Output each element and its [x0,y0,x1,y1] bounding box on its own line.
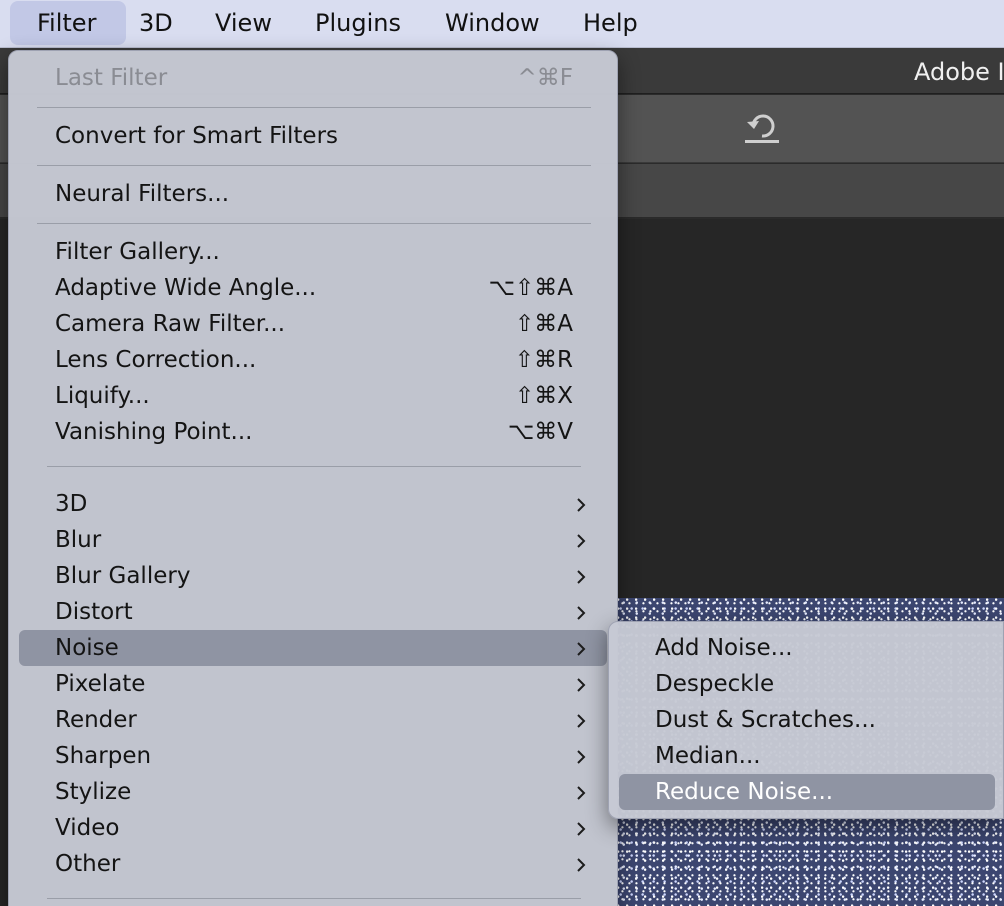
item-label: Blur Gallery [55,563,191,589]
item-label: Camera Raw Filter... [55,311,286,337]
menu-plugins[interactable]: Plugins [315,0,401,46]
filter-menu: Last Filter ^⌘F Convert for Smart Filter… [8,50,618,906]
chevron-right-icon [577,534,586,548]
item-label: Reduce Noise... [655,779,834,805]
item-shortcut: ⇧⌘R [514,347,573,373]
separator [37,223,591,224]
menu-item-noise[interactable]: Noise [19,630,607,666]
menu-item-vanishing-point[interactable]: Vanishing Point... ⌥⌘V [19,414,607,450]
menu-item-pixelate[interactable]: Pixelate [19,666,607,702]
item-label: Neural Filters... [55,181,230,207]
menu-item-stylize[interactable]: Stylize [19,774,607,810]
menu-item-sharpen[interactable]: Sharpen [19,738,607,774]
menu-bar: Filter 3D View Plugins Window Help [0,0,1004,48]
chevron-right-icon [577,606,586,620]
chevron-right-icon [577,786,586,800]
separator [47,898,581,899]
menu-item-last-filter: Last Filter ^⌘F [19,60,607,96]
item-label: Lens Correction... [55,347,257,373]
item-label: Liquify... [55,383,150,409]
submenu-item-despeckle[interactable]: Despeckle [619,666,995,702]
item-shortcut: ⇧⌘A [514,311,573,337]
separator [37,107,591,108]
item-label: Filter Gallery... [55,239,220,265]
chevron-right-icon [577,498,586,512]
menu-view[interactable]: View [215,0,272,46]
menu-item-distort[interactable]: Distort [19,594,607,630]
menu-item-lens-correction[interactable]: Lens Correction... ⇧⌘R [19,342,607,378]
item-shortcut: ⇧⌘X [514,383,573,409]
noise-submenu: Add Noise... Despeckle Dust & Scratches.… [608,621,1004,819]
menu-item-adaptive-wide-angle[interactable]: Adaptive Wide Angle... ⌥⇧⌘A [19,270,607,306]
menu-item-render[interactable]: Render [19,702,607,738]
chevron-right-icon [577,714,586,728]
item-label: Last Filter [55,65,168,91]
item-label: Render [55,707,137,733]
menu-help[interactable]: Help [583,0,638,46]
submenu-item-dust-scratches[interactable]: Dust & Scratches... [619,702,995,738]
chevron-right-icon [577,822,586,836]
item-shortcut: ⌥⇧⌘A [488,275,573,301]
menu-item-blur[interactable]: Blur [19,522,607,558]
menu-item-3d[interactable]: 3D [19,486,607,522]
separator [47,466,581,467]
separator [37,165,591,166]
chevron-right-icon [577,750,586,764]
menu-item-blur-gallery[interactable]: Blur Gallery [19,558,607,594]
item-label: Dust & Scratches... [655,707,876,733]
item-label: Other [55,851,121,877]
menu-item-video[interactable]: Video [19,810,607,846]
item-label: Distort [55,599,133,625]
menu-item-other[interactable]: Other [19,846,607,882]
item-label: Add Noise... [655,635,793,661]
chevron-right-icon [577,570,586,584]
item-label: 3D [55,491,88,517]
chevron-right-icon [577,642,586,656]
app-title: Adobe I [914,58,1004,86]
menu-item-filter-gallery[interactable]: Filter Gallery... [19,234,607,270]
item-label: Despeckle [655,671,775,697]
item-label: Stylize [55,779,132,805]
menu-filter[interactable]: Filter [10,1,126,45]
submenu-item-median[interactable]: Median... [619,738,995,774]
chevron-right-icon [577,678,586,692]
item-shortcut: ^⌘F [517,65,573,91]
item-shortcut: ⌥⌘V [507,419,573,445]
item-label: Median... [655,743,761,769]
menu-item-convert-smart-filters[interactable]: Convert for Smart Filters [19,118,607,154]
menu-item-neural-filters[interactable]: Neural Filters... [19,176,607,212]
item-label: Blur [55,527,102,553]
item-label: Vanishing Point... [55,419,253,445]
item-label: Sharpen [55,743,152,769]
submenu-item-add-noise[interactable]: Add Noise... [619,630,995,666]
item-label: Convert for Smart Filters [55,123,339,149]
menu-item-camera-raw-filter[interactable]: Camera Raw Filter... ⇧⌘A [19,306,607,342]
submenu-item-reduce-noise[interactable]: Reduce Noise... [619,774,995,810]
menu-window[interactable]: Window [445,0,540,46]
item-label: Video [55,815,120,841]
undo-icon[interactable] [744,112,780,144]
chevron-right-icon [577,858,586,872]
menu-item-liquify[interactable]: Liquify... ⇧⌘X [19,378,607,414]
menu-3d[interactable]: 3D [139,0,173,46]
item-label: Adaptive Wide Angle... [55,275,317,301]
item-label: Pixelate [55,671,146,697]
item-label: Noise [55,635,119,661]
